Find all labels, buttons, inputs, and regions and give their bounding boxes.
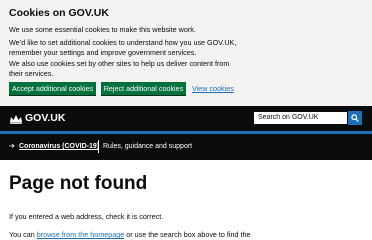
view-cookies-link[interactable]: View cookies	[192, 84, 234, 94]
browse-hint: You can browse from the homepage or use …	[9, 230, 250, 240]
divider	[98, 140, 99, 153]
cookie-banner-title: Cookies on GOV.UK	[9, 7, 109, 19]
browse-hint-suffix: or use the search box above to find the	[124, 230, 251, 239]
accept-cookies-button[interactable]: Accept additional cookies	[9, 82, 96, 96]
search-button[interactable]	[348, 111, 362, 125]
search-icon	[351, 114, 359, 122]
homepage-link[interactable]: browse from the homepage	[37, 230, 125, 239]
cookie-essential-text: We use some essential cookies to make th…	[9, 25, 196, 34]
search-input[interactable]: Search on GOV.UK	[253, 111, 348, 125]
reject-cookies-button[interactable]: Reject additional cookies	[101, 82, 186, 96]
browse-hint-prefix: You can	[9, 230, 37, 239]
site-header: GOV.UK Search on GOV.UK	[0, 106, 372, 134]
covid-banner: ➔ Coronavirus (COVID-19) Rules, guidance…	[0, 134, 372, 160]
cookie-additional-text: We’d like to set additional cookies to u…	[9, 38, 237, 57]
govuk-logo-link[interactable]: GOV.UK	[25, 112, 65, 125]
cookie-third-party-text: We also use cookies set by other sites t…	[9, 59, 230, 78]
cookie-banner: Cookies on GOV.UK We use some essential …	[0, 0, 372, 106]
covid-description: Rules, guidance and support	[103, 143, 193, 150]
web-address-hint: If you entered a web address, check it i…	[9, 212, 164, 221]
page-title: Page not found	[9, 173, 148, 194]
covid-link[interactable]: Coronavirus (COVID-19)	[19, 142, 99, 152]
arrow-right-icon: ➔	[9, 143, 15, 150]
crown-icon	[10, 115, 22, 124]
